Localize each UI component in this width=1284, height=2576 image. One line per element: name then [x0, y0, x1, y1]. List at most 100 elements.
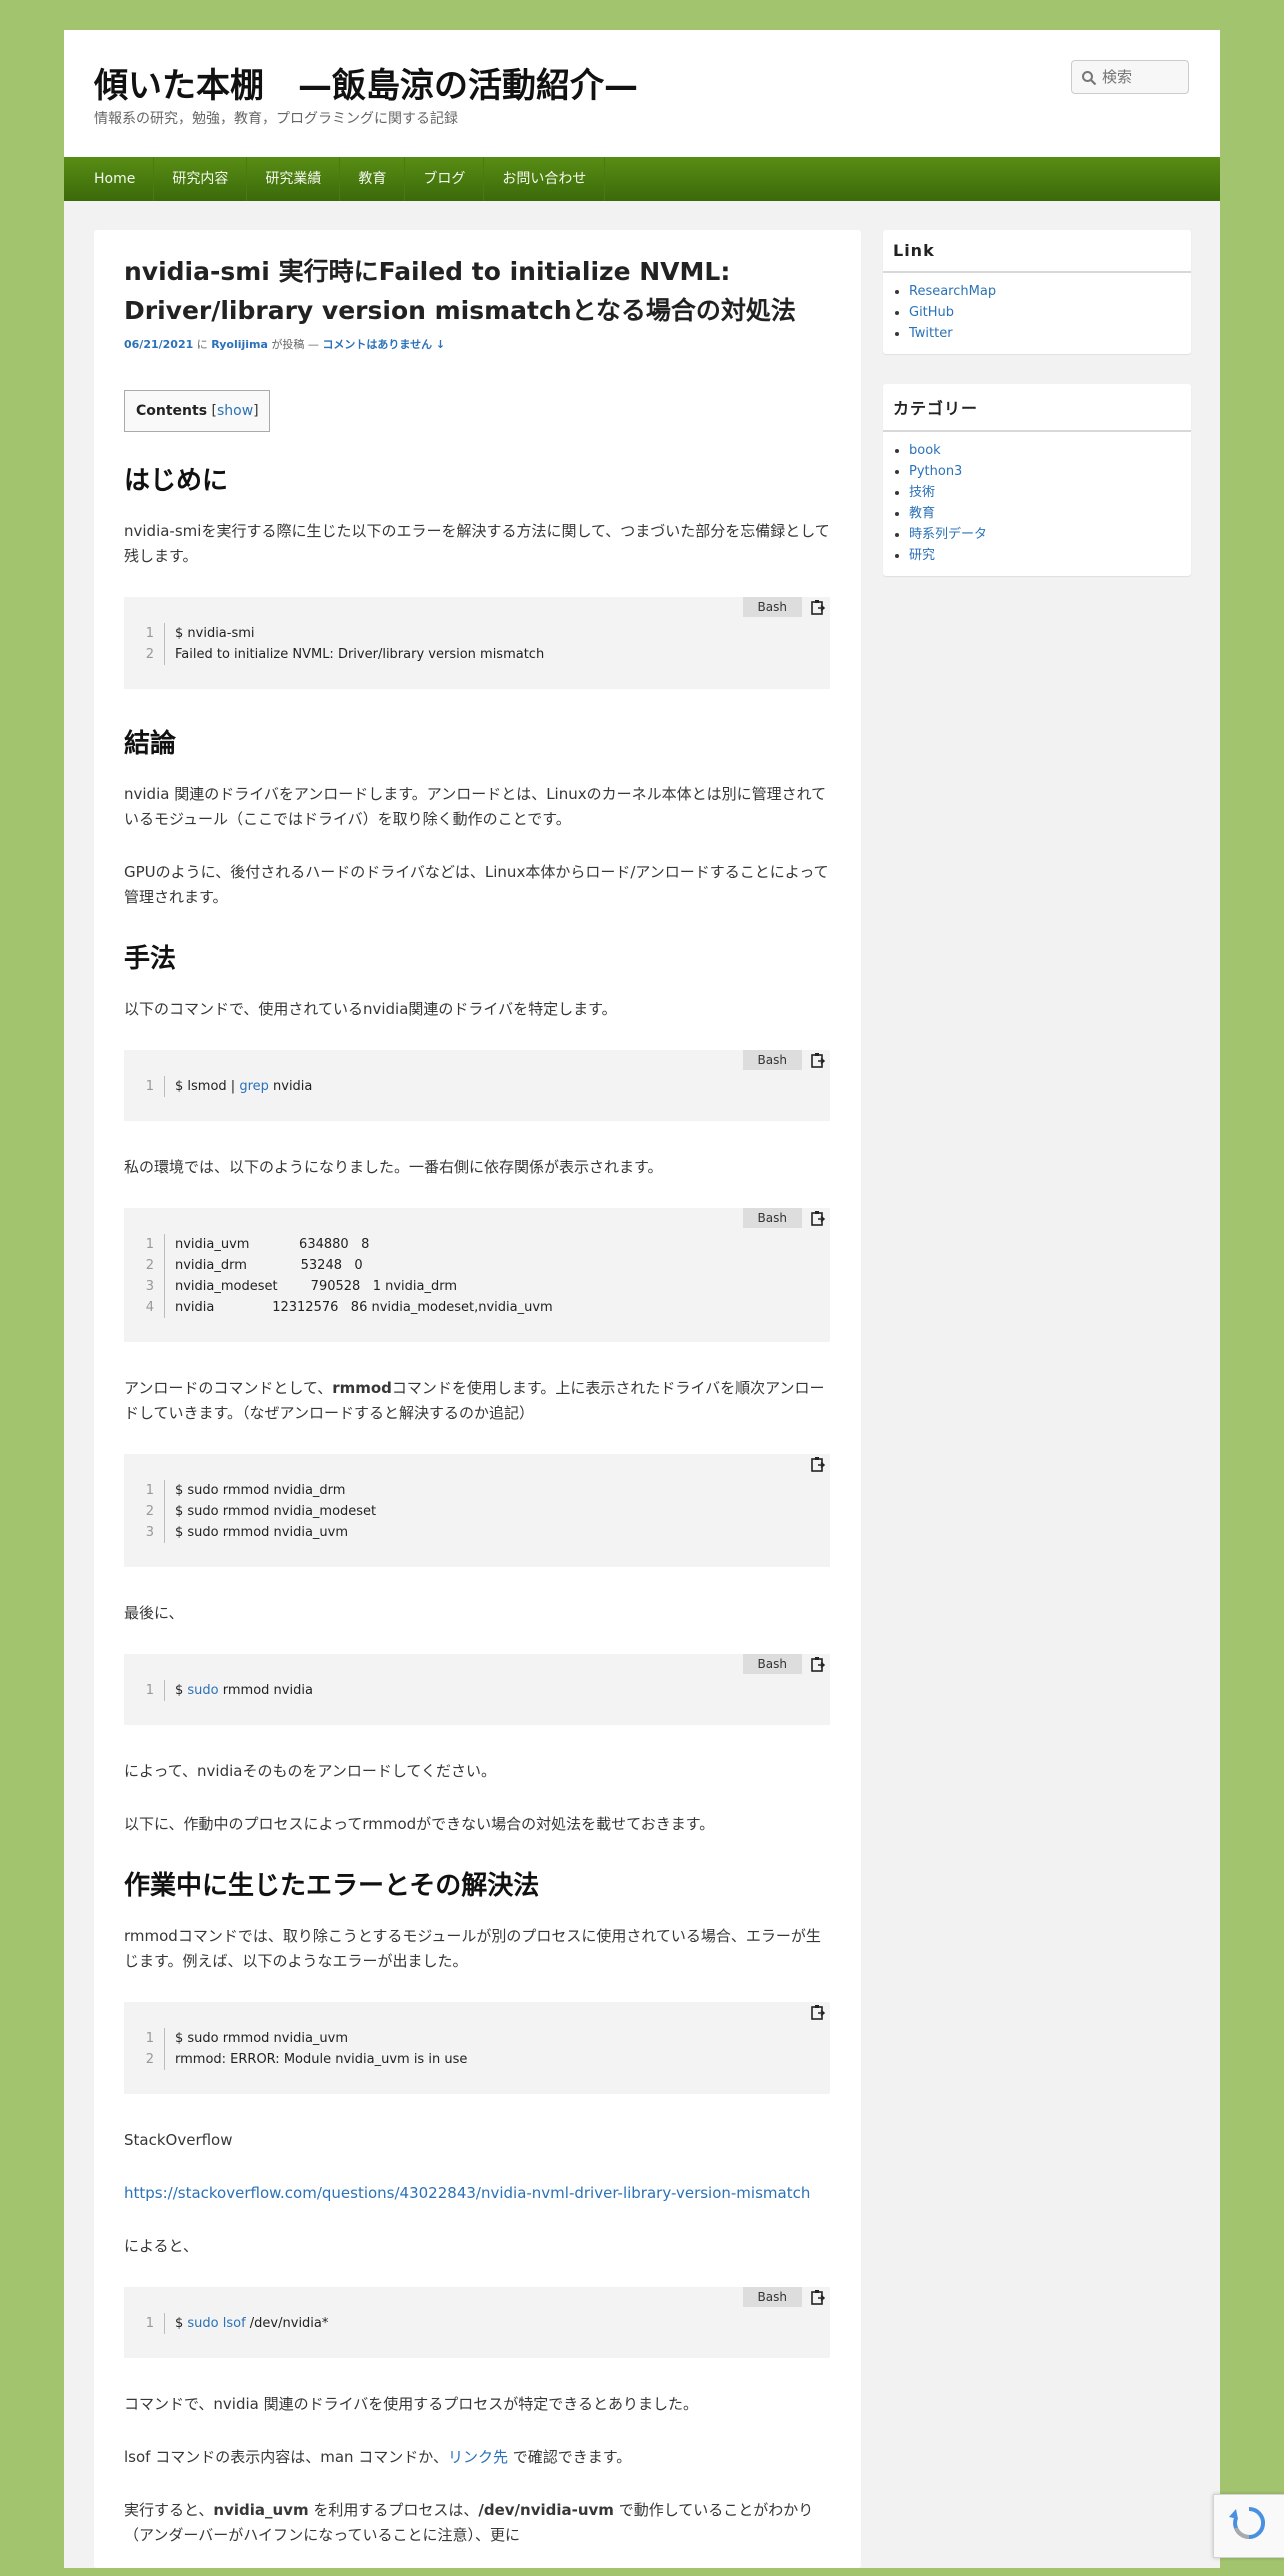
toc-bracket-close: ] [253, 403, 259, 419]
code-line: 1 nvidia_uvm 634880 8 [124, 1234, 830, 1255]
code-block-lsof: Bash 1 $ sudo lsof /dev/nvidia* [124, 2287, 830, 2358]
nav-item-blog[interactable]: ブログ [405, 157, 485, 201]
search-icon [1082, 71, 1097, 86]
list-item: 研究 [909, 545, 1191, 566]
paragraph-unload: アンロードのコマンドとして、rmmodコマンドを使用します。上に表示されたドライ… [124, 1379, 825, 1422]
code-line: 2 $ sudo rmmod nvidia_modeset [124, 1501, 830, 1522]
paragraph-after-2: 以下に、作動中のプロセスによってrmmodができない場合の対処法を載せておきます… [124, 1815, 715, 1833]
paragraph-finally: 最後に、 [124, 1604, 184, 1622]
nav-item-education[interactable]: 教育 [340, 157, 406, 201]
code-block-rmmod-nvidia: Bash 1 $ sudo rmmod nvidia [124, 1654, 830, 1725]
list-item: ResearchMap [909, 281, 1191, 302]
copy-icon[interactable] [810, 1210, 826, 1226]
heading-method: 手法 [124, 944, 177, 974]
list-item: Twitter [909, 323, 1191, 344]
nav-item-contact[interactable]: お問い合わせ [484, 157, 606, 201]
widget-categories: カテゴリー book Python3 技術 教育 時系列データ 研究 [883, 384, 1191, 576]
page-container: 傾いた本棚 —飯島涼の活動紹介— 情報系の研究，勉強，教育，プログラミングに関す… [64, 30, 1220, 2568]
search-input[interactable] [1102, 67, 1182, 87]
code-lang-badge: Bash [742, 1208, 802, 1228]
paragraph-lsof-2: lsof コマンドの表示内容は、man コマンドか、リンク先 で確認できます。 [124, 2448, 632, 2466]
main-nav: Home 研究内容 研究業績 教育 ブログ お問い合わせ [64, 157, 1220, 201]
code-line: 3 nvidia_modeset 790528 1 nvidia_drm [124, 1276, 830, 1297]
post-title[interactable]: nvidia-smi 実行時にFailed to initialize NVML… [124, 252, 830, 330]
main-content: nvidia-smi 実行時にFailed to initialize NVML… [94, 230, 861, 2568]
search-box[interactable] [1071, 60, 1189, 94]
code-lang-badge: Bash [742, 1654, 802, 1674]
reference-link[interactable]: リンク先 [448, 2448, 508, 2466]
category-education[interactable]: 教育 [909, 506, 935, 521]
nav-item-home[interactable]: Home [76, 157, 155, 201]
category-python3[interactable]: Python3 [909, 464, 962, 479]
code-line: 1 $ lsmod | grep nvidia [124, 1076, 830, 1097]
copy-icon[interactable] [810, 1456, 826, 1472]
heading-error: 作業中に生じたエラーとその解決法 [124, 1871, 540, 1901]
code-block-lsmod-output: Bash 1 nvidia_uvm 634880 8 2 nvidia_drm 53… [124, 1208, 830, 1342]
copy-icon[interactable] [810, 2289, 826, 2305]
list-item: GitHub [909, 302, 1191, 323]
stackoverflow-link[interactable]: https://stackoverflow.com/questions/4302… [124, 2184, 810, 2202]
paragraph-env: 私の環境では、以下のようになりました。一番右側に依存関係が表示されます。 [124, 1158, 663, 1176]
code-lang-badge: Bash [742, 2287, 802, 2307]
list-item: 教育 [909, 503, 1191, 524]
table-of-contents: Contents [show] [124, 390, 270, 432]
paragraph-stackoverflow: StackOverflow [124, 2131, 233, 2149]
site-title[interactable]: 傾いた本棚 —飯島涼の活動紹介— [94, 58, 638, 107]
link-researchmap[interactable]: ResearchMap [909, 284, 996, 299]
copy-icon[interactable] [810, 1656, 826, 1672]
post-author-link[interactable]: Ryolijima [211, 338, 268, 351]
code-block-rmmod: 1 $ sudo rmmod nvidia_drm 2 $ sudo rmmod n… [124, 1454, 830, 1567]
paragraph-conclusion-1: nvidia 関連のドライバをアンロードします。アンロードとは、Linuxのカー… [124, 785, 827, 828]
post-date-link[interactable]: 06/21/2021 [124, 338, 193, 351]
code-line: 1 $ sudo rmmod nvidia_uvm [124, 2028, 830, 2049]
heading-conclusion: 結論 [124, 729, 177, 759]
copy-icon[interactable] [810, 599, 826, 615]
paragraph-conclusion-2: GPUのように、後付されるハードのドライバなどは、Linux本体からロード/アン… [124, 863, 829, 906]
post-comments-link[interactable]: コメントはありません ↓ [322, 338, 445, 351]
category-timeseries[interactable]: 時系列データ [909, 527, 987, 542]
heading-intro: はじめに [124, 466, 229, 496]
code-line: 3 $ sudo rmmod nvidia_uvm [124, 1522, 830, 1543]
toc-toggle-link[interactable]: show [217, 403, 253, 419]
paragraph-intro: nvidia-smiを実行する際に生じた以下のエラーを解決する方法に関して、つま… [124, 522, 830, 565]
post-author-suffix: が投稿 — [271, 338, 319, 351]
paragraph-according: によると、 [124, 2237, 198, 2255]
code-line: 2 Failed to initialize NVML: Driver/libra… [124, 644, 830, 665]
list-item: 技術 [909, 482, 1191, 503]
toc-label: Contents [136, 403, 208, 419]
nav-item-research[interactable]: 研究内容 [154, 157, 248, 201]
nav-item-achievements[interactable]: 研究業績 [247, 157, 341, 201]
code-line: 4 nvidia 12312576 86 nvidia_modeset,nvidi… [124, 1297, 830, 1318]
paragraph-link: https://stackoverflow.com/questions/4302… [124, 2181, 830, 2206]
category-research[interactable]: 研究 [909, 548, 935, 563]
list-item: Python3 [909, 461, 1191, 482]
code-line: 2 rmmod: ERROR: Module nvidia_uvm is in u… [124, 2049, 830, 2070]
recaptcha-badge[interactable] [1213, 2494, 1284, 2558]
code-block-nvidia-smi: Bash 1 $ nvidia-smi 2 Failed to initialize… [124, 597, 830, 689]
category-book[interactable]: book [909, 443, 941, 458]
link-twitter[interactable]: Twitter [909, 326, 953, 341]
code-block-rmmod-error: 1 $ sudo rmmod nvidia_uvm 2 rmmod: ERROR: … [124, 2002, 830, 2094]
list-item: 時系列データ [909, 524, 1191, 545]
recaptcha-icon [1229, 2506, 1266, 2539]
copy-icon[interactable] [810, 1052, 826, 1068]
category-tech[interactable]: 技術 [909, 485, 935, 500]
post-meta: 06/21/2021 に Ryolijima が投稿 — コメントはありません … [124, 336, 830, 352]
copy-icon[interactable] [810, 2004, 826, 2020]
widget-categories-title: カテゴリー [883, 384, 1191, 432]
code-line: 1 $ sudo rmmod nvidia [124, 1680, 830, 1701]
sidebar: Link ResearchMap GitHub Twitter カテゴリー bo… [883, 230, 1191, 606]
paragraph-method: 以下のコマンドで、使用されているnvidia関連のドライバを特定します。 [124, 1000, 617, 1018]
site-header: 傾いた本棚 —飯島涼の活動紹介— 情報系の研究，勉強，教育，プログラミングに関す… [64, 30, 1220, 157]
code-lang-badge: Bash [742, 597, 802, 617]
link-github[interactable]: GitHub [909, 305, 954, 320]
list-item: book [909, 440, 1191, 461]
code-line: 1 $ sudo lsof /dev/nvidia* [124, 2313, 830, 2334]
paragraph-last: 実行すると、nvidia_uvm を利用するプロセスは、/dev/nvidia-… [124, 2501, 814, 2544]
widget-links-title: Link [883, 230, 1191, 273]
widget-links: Link ResearchMap GitHub Twitter [883, 230, 1191, 354]
code-lang-badge: Bash [742, 1050, 802, 1070]
paragraph-after-1: によって、nvidiaそのものをアンロードしてください。 [124, 1762, 496, 1780]
paragraph-error: rmmodコマンドでは、取り除こうとするモジュールが別のプロセスに使用されている… [124, 1927, 821, 1970]
code-line: 1 $ sudo rmmod nvidia_drm [124, 1480, 830, 1501]
